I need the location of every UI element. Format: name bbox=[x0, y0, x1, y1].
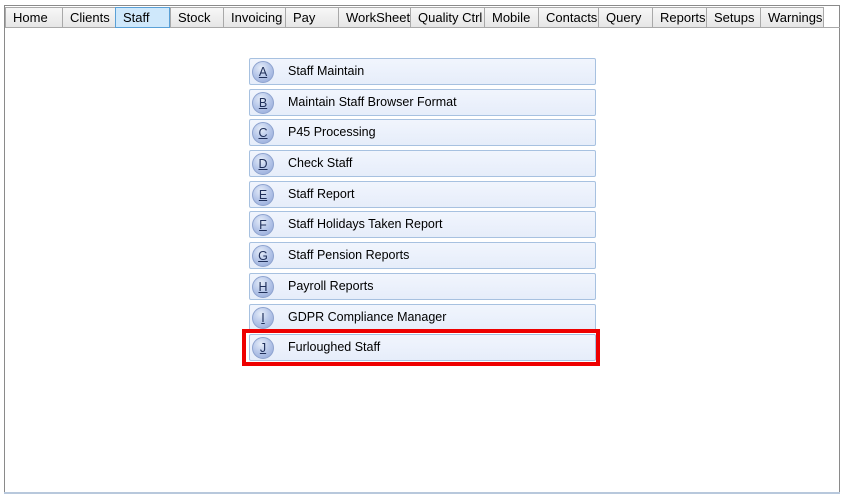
menu-item-staff-maintain[interactable]: A Staff Maintain bbox=[249, 58, 596, 85]
menu-item-p45-processing[interactable]: C P45 Processing bbox=[249, 119, 596, 147]
tab-quality-ctrl[interactable]: Quality Ctrl bbox=[410, 7, 484, 28]
menu-item-label: Payroll Reports bbox=[288, 278, 374, 293]
menu-item-label: Maintain Staff Browser Format bbox=[288, 94, 457, 109]
tab-contacts[interactable]: Contacts bbox=[538, 7, 598, 28]
menu-item-staff-pension-reports[interactable]: G Staff Pension Reports bbox=[249, 242, 596, 270]
tab-pay[interactable]: Pay bbox=[285, 7, 338, 28]
tab-clients[interactable]: Clients bbox=[62, 7, 115, 28]
shortcut-badge-j: J bbox=[252, 337, 274, 360]
shortcut-badge-h: H bbox=[252, 275, 274, 298]
shortcut-badge-c: C bbox=[252, 122, 274, 145]
tab-setups[interactable]: Setups bbox=[706, 7, 760, 28]
tab-home[interactable]: Home bbox=[5, 7, 62, 28]
menu-item-label: P45 Processing bbox=[288, 125, 376, 140]
menu-item-staff-holidays-taken-report[interactable]: F Staff Holidays Taken Report bbox=[249, 211, 596, 239]
tab-invoicing[interactable]: Invoicing bbox=[223, 7, 285, 28]
shortcut-badge-a: A bbox=[252, 61, 274, 83]
tab-worksheet[interactable]: WorkSheet bbox=[338, 7, 410, 28]
tab-staff[interactable]: Staff bbox=[115, 7, 170, 28]
menu-item-label: Staff Pension Reports bbox=[288, 248, 410, 263]
menu-item-check-staff[interactable]: D Check Staff bbox=[249, 150, 596, 178]
menu-item-label: Staff Report bbox=[288, 186, 355, 201]
menu-item-label: Staff Maintain bbox=[288, 64, 365, 78]
shortcut-badge-e: E bbox=[252, 183, 274, 206]
tab-reports[interactable]: Reports bbox=[652, 7, 706, 28]
tab-bar: Home Clients Staff Stock Invoicing Pay W… bbox=[5, 7, 824, 28]
shortcut-badge-f: F bbox=[252, 214, 274, 237]
bottom-border bbox=[4, 492, 840, 494]
menu-item-label: Staff Holidays Taken Report bbox=[288, 217, 443, 232]
tab-query[interactable]: Query bbox=[598, 7, 652, 28]
menu-item-furloughed-staff[interactable]: J Furloughed Staff bbox=[249, 334, 596, 362]
shortcut-badge-d: D bbox=[252, 153, 274, 176]
shortcut-badge-i: I bbox=[252, 306, 274, 329]
menu-item-staff-report[interactable]: E Staff Report bbox=[249, 180, 596, 208]
shortcut-badge-g: G bbox=[252, 245, 274, 268]
tab-warnings[interactable]: Warnings bbox=[760, 7, 824, 28]
staff-menu: A Staff Maintain B Maintain Staff Browse… bbox=[249, 58, 597, 365]
shortcut-badge-b: B bbox=[252, 91, 274, 114]
tab-stock[interactable]: Stock bbox=[170, 7, 223, 28]
menu-item-label: Furloughed Staff bbox=[288, 340, 381, 355]
tab-mobile[interactable]: Mobile bbox=[484, 7, 538, 28]
menu-item-label: Check Staff bbox=[288, 156, 353, 171]
menu-item-payroll-reports[interactable]: H Payroll Reports bbox=[249, 272, 596, 300]
menu-item-gdpr-compliance-manager[interactable]: I GDPR Compliance Manager bbox=[249, 303, 596, 331]
menu-item-label: GDPR Compliance Manager bbox=[288, 309, 447, 324]
menu-item-maintain-staff-browser-format[interactable]: B Maintain Staff Browser Format bbox=[249, 88, 596, 116]
